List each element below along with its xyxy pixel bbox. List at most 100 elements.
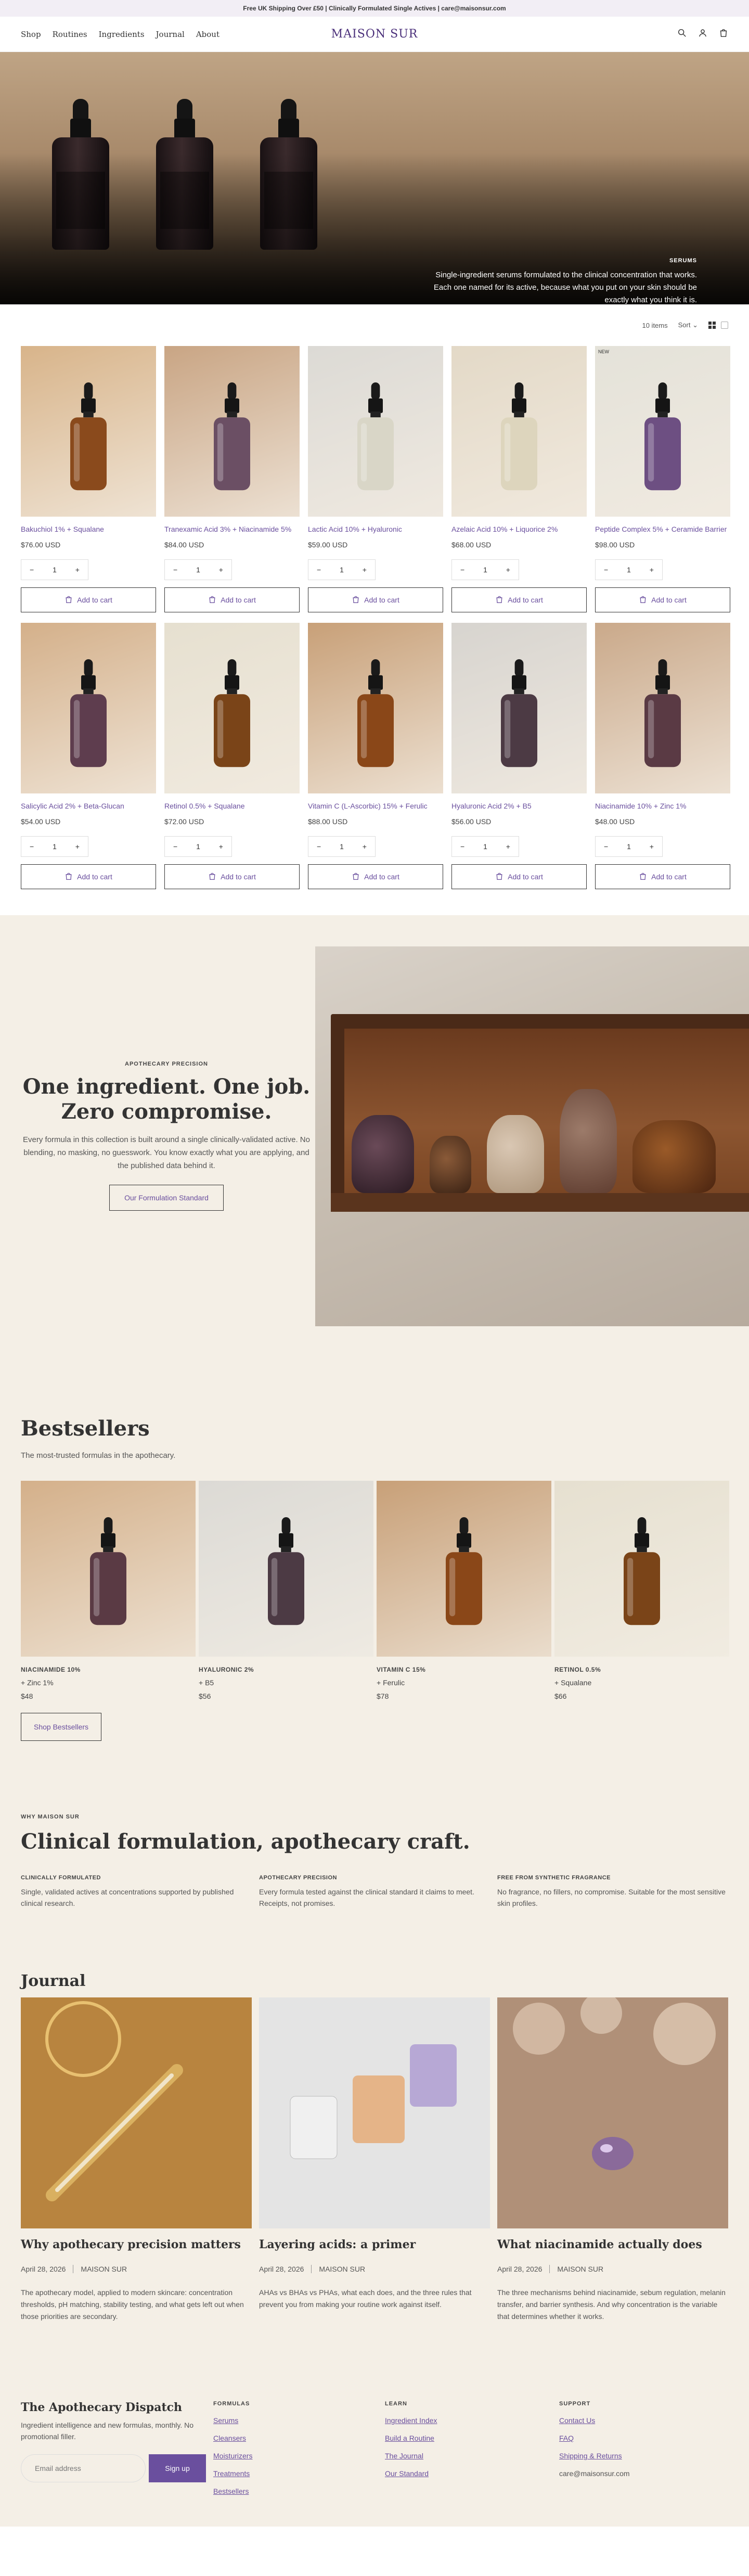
add-to-cart-button[interactable]: Add to cart	[451, 864, 587, 889]
footer-link[interactable]: Treatments	[213, 2469, 385, 2478]
add-to-cart-button[interactable]: Add to cart	[451, 587, 587, 612]
minus-icon[interactable]: −	[173, 842, 177, 851]
site-logo[interactable]: MAISON SUR	[331, 28, 418, 41]
minus-icon[interactable]: −	[460, 842, 464, 851]
product-image[interactable]	[308, 346, 443, 517]
plus-icon[interactable]: +	[650, 842, 654, 851]
grid-view-icon[interactable]	[708, 322, 716, 329]
email-input[interactable]: Email address	[21, 2454, 146, 2482]
add-to-cart-button[interactable]: Add to cart	[21, 864, 156, 889]
product-image[interactable]	[451, 346, 587, 517]
minus-icon[interactable]: −	[173, 566, 177, 574]
plus-icon[interactable]: +	[219, 566, 223, 574]
footer-link[interactable]: Ingredient Index	[385, 2416, 559, 2425]
product-name[interactable]: Tranexamic Acid 3% + Niacinamide 5%	[164, 524, 300, 535]
bestseller-image[interactable]	[199, 1481, 373, 1657]
quantity-value[interactable]: 1	[340, 842, 344, 851]
footer-link[interactable]: Moisturizers	[213, 2452, 385, 2460]
shop-bestsellers-button[interactable]: Shop Bestsellers	[21, 1713, 102, 1741]
plus-icon[interactable]: +	[506, 566, 510, 574]
product-image[interactable]	[164, 346, 300, 517]
formulation-standard-button[interactable]: Our Formulation Standard	[109, 1185, 224, 1211]
minus-icon[interactable]: −	[317, 842, 321, 851]
add-to-cart-button[interactable]: Add to cart	[308, 587, 443, 612]
journal-article-title[interactable]: Layering acids: a primer	[259, 2238, 490, 2251]
product-image[interactable]	[308, 623, 443, 793]
quantity-value[interactable]: 1	[627, 842, 631, 851]
minus-icon[interactable]: −	[604, 566, 608, 574]
bestseller-name[interactable]: HYALURONIC 2%	[199, 1666, 373, 1673]
cart-icon[interactable]	[719, 28, 728, 40]
quantity-value[interactable]: 1	[483, 566, 487, 574]
product-image[interactable]: NEW	[595, 346, 730, 517]
plus-icon[interactable]: +	[75, 566, 80, 574]
product-image[interactable]	[451, 623, 587, 793]
plus-icon[interactable]: +	[650, 566, 654, 574]
nav-about[interactable]: About	[196, 30, 219, 39]
product-image[interactable]	[21, 623, 156, 793]
footer-link[interactable]: Contact Us	[559, 2416, 726, 2425]
add-to-cart-button[interactable]: Add to cart	[21, 587, 156, 612]
footer-link[interactable]: Bestsellers	[213, 2487, 385, 2495]
journal-image[interactable]	[259, 1997, 490, 2228]
footer-link[interactable]: FAQ	[559, 2434, 726, 2442]
product-image[interactable]	[595, 623, 730, 793]
signup-button[interactable]: Sign up	[149, 2454, 206, 2482]
product-name[interactable]: Niacinamide 10% + Zinc 1%	[595, 801, 730, 812]
quantity-value[interactable]: 1	[196, 842, 200, 851]
journal-image[interactable]	[21, 1997, 252, 2228]
footer-link[interactable]: Serums	[213, 2416, 385, 2425]
product-name[interactable]: Vitamin C (L-Ascorbic) 15% + Ferulic	[308, 801, 443, 812]
add-to-cart-button[interactable]: Add to cart	[595, 864, 730, 889]
journal-article-title[interactable]: Why apothecary precision matters	[21, 2238, 252, 2251]
add-to-cart-button[interactable]: Add to cart	[308, 864, 443, 889]
product-name[interactable]: Bakuchiol 1% + Squalane	[21, 524, 156, 535]
minus-icon[interactable]: −	[30, 842, 34, 851]
product-name[interactable]: Hyaluronic Acid 2% + B5	[451, 801, 587, 812]
nav-journal[interactable]: Journal	[156, 30, 185, 39]
minus-icon[interactable]: −	[317, 566, 321, 574]
minus-icon[interactable]: −	[30, 566, 34, 574]
product-name[interactable]: Retinol 0.5% + Squalane	[164, 801, 300, 812]
plus-icon[interactable]: +	[506, 842, 510, 851]
quantity-value[interactable]: 1	[196, 566, 200, 574]
nav-routines[interactable]: Routines	[53, 30, 87, 39]
bestseller-name[interactable]: NIACINAMIDE 10%	[21, 1666, 196, 1673]
plus-icon[interactable]: +	[363, 842, 367, 851]
quantity-value[interactable]: 1	[53, 566, 57, 574]
quantity-value[interactable]: 1	[627, 566, 631, 574]
nav-ingredients[interactable]: Ingredients	[99, 30, 145, 39]
account-icon[interactable]	[698, 28, 707, 40]
footer-link[interactable]: Shipping & Returns	[559, 2452, 726, 2460]
plus-icon[interactable]: +	[219, 842, 223, 851]
nav-shop[interactable]: Shop	[21, 30, 41, 39]
footer-link[interactable]: Our Standard	[385, 2469, 559, 2478]
product-name[interactable]: Lactic Acid 10% + Hyaluronic	[308, 524, 443, 535]
bestseller-image[interactable]	[377, 1481, 551, 1657]
plus-icon[interactable]: +	[363, 566, 367, 574]
product-name[interactable]: Azelaic Acid 10% + Liquorice 2%	[451, 524, 587, 535]
product-name[interactable]: Salicylic Acid 2% + Beta-Glucan	[21, 801, 156, 812]
bestseller-image[interactable]	[554, 1481, 729, 1657]
sort-button[interactable]: Sort ⌄	[678, 321, 698, 329]
add-to-cart-button[interactable]: Add to cart	[164, 587, 300, 612]
product-image[interactable]	[164, 623, 300, 793]
journal-image[interactable]	[497, 1997, 728, 2228]
add-to-cart-button[interactable]: Add to cart	[595, 587, 730, 612]
bestseller-name[interactable]: RETINOL 0.5%	[554, 1666, 729, 1673]
minus-icon[interactable]: −	[460, 566, 464, 574]
search-icon[interactable]	[677, 28, 687, 40]
journal-article-title[interactable]: What niacinamide actually does	[497, 2238, 728, 2251]
footer-link[interactable]: The Journal	[385, 2452, 559, 2460]
footer-link[interactable]: Cleansers	[213, 2434, 385, 2442]
add-to-cart-button[interactable]: Add to cart	[164, 864, 300, 889]
minus-icon[interactable]: −	[604, 842, 608, 851]
quantity-value[interactable]: 1	[53, 842, 57, 851]
bestseller-image[interactable]	[21, 1481, 196, 1657]
plus-icon[interactable]: +	[75, 842, 80, 851]
footer-link[interactable]: Build a Routine	[385, 2434, 559, 2442]
list-view-icon[interactable]	[721, 322, 728, 329]
bestseller-name[interactable]: VITAMIN C 15%	[377, 1666, 551, 1673]
product-image[interactable]	[21, 346, 156, 517]
quantity-value[interactable]: 1	[340, 566, 344, 574]
